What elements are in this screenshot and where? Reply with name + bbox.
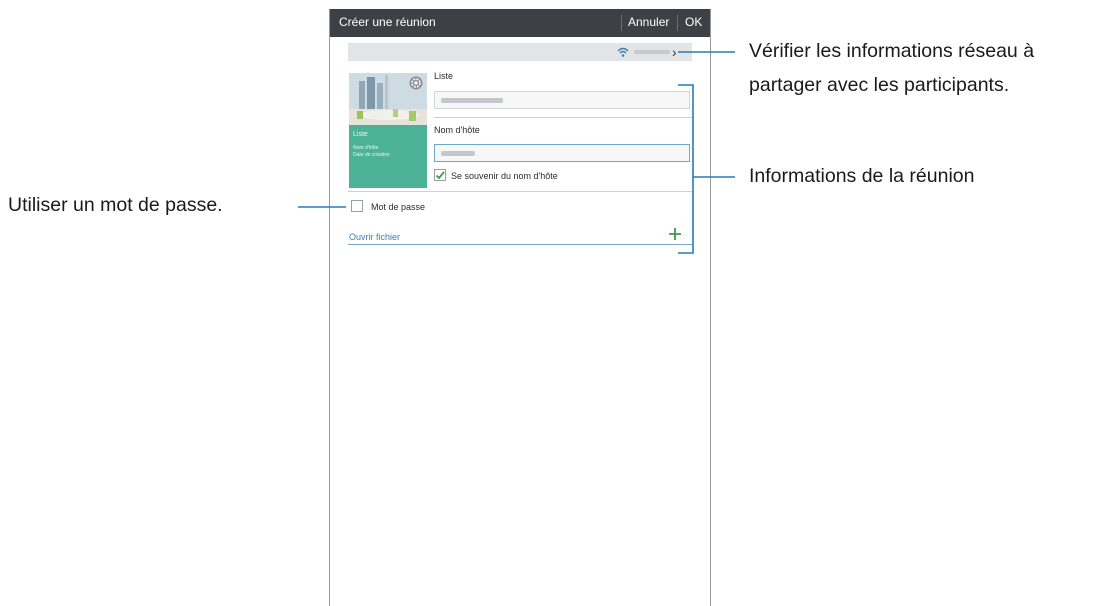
meeting-info-bracket [678,84,694,254]
network-callout-text-2: partager avec les participants. [749,74,1010,96]
meeting-info-callout-text: Informations de la réunion [749,165,975,187]
password-callout-text: Utiliser un mot de passe. [8,194,223,216]
network-callout-text: Vérifier les informations réseau à [749,40,1035,62]
